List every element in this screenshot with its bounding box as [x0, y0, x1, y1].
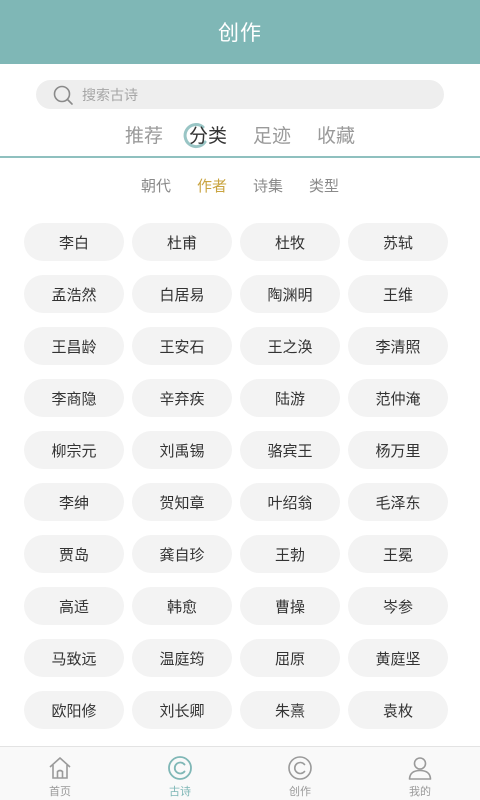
profile-icon — [408, 757, 432, 780]
nav-label: 创作 — [289, 785, 311, 798]
author-chip[interactable]: 黄庭坚 — [348, 639, 448, 677]
bottom-nav: 首页 古诗 创作 我的 — [0, 746, 480, 800]
author-grid: 李白 杜甫 杜牧 苏轼 孟浩然 白居易 陶渊明 王维 王昌龄 王安石 王之涣 李… — [24, 223, 449, 729]
author-chip[interactable]: 屈原 — [240, 639, 340, 677]
subtab-type[interactable]: 类型 — [309, 175, 339, 196]
author-chip[interactable]: 杜牧 — [240, 223, 340, 261]
tab-favorites[interactable]: 收藏 — [317, 121, 355, 148]
author-chip[interactable]: 王勃 — [240, 535, 340, 573]
search-placeholder: 搜索古诗 — [82, 87, 138, 104]
author-chip[interactable]: 孟浩然 — [24, 275, 124, 313]
author-chip[interactable]: 范仲淹 — [348, 379, 448, 417]
author-chip[interactable]: 贾岛 — [24, 535, 124, 573]
home-icon — [49, 757, 71, 779]
nav-poems[interactable]: 古诗 — [120, 747, 240, 800]
author-chip[interactable]: 白居易 — [132, 275, 232, 313]
author-chip[interactable]: 马致远 — [24, 639, 124, 677]
tab-footprint[interactable]: 足迹 — [253, 121, 291, 148]
author-chip[interactable]: 李白 — [24, 223, 124, 261]
tab-recommend[interactable]: 推荐 — [125, 121, 163, 148]
author-chip[interactable]: 韩愈 — [132, 587, 232, 625]
author-chip[interactable]: 李商隐 — [24, 379, 124, 417]
author-chip[interactable]: 龚自珍 — [132, 535, 232, 573]
author-chip[interactable]: 叶绍翁 — [240, 483, 340, 521]
author-chip[interactable]: 王安石 — [132, 327, 232, 365]
author-chip[interactable]: 岑参 — [348, 587, 448, 625]
author-chip[interactable]: 王之涣 — [240, 327, 340, 365]
author-chip[interactable]: 毛泽东 — [348, 483, 448, 521]
author-chip[interactable]: 王昌龄 — [24, 327, 124, 365]
nav-label: 我的 — [409, 785, 431, 798]
poem-icon — [168, 756, 192, 780]
author-chip[interactable]: 柳宗元 — [24, 431, 124, 469]
author-chip[interactable]: 苏轼 — [348, 223, 448, 261]
author-chip[interactable]: 贺知章 — [132, 483, 232, 521]
author-chip[interactable]: 辛弃疾 — [132, 379, 232, 417]
author-chip[interactable]: 刘禹锡 — [132, 431, 232, 469]
author-chip[interactable]: 高适 — [24, 587, 124, 625]
author-chip[interactable]: 李清照 — [348, 327, 448, 365]
author-chip[interactable]: 陆游 — [240, 379, 340, 417]
author-chip[interactable]: 曹操 — [240, 587, 340, 625]
tab-category[interactable]: 分类 — [183, 121, 227, 148]
subtab-dynasty[interactable]: 朝代 — [141, 175, 171, 196]
author-chip[interactable]: 刘长卿 — [132, 691, 232, 729]
author-chip[interactable]: 李绅 — [24, 483, 124, 521]
subtab-collection[interactable]: 诗集 — [253, 175, 283, 196]
nav-label: 古诗 — [169, 785, 191, 798]
author-chip[interactable]: 温庭筠 — [132, 639, 232, 677]
tab-label: 分类 — [188, 124, 227, 147]
search-icon — [53, 85, 73, 105]
tabs-divider — [0, 156, 480, 158]
nav-home[interactable]: 首页 — [0, 747, 120, 800]
tab-label: 足迹 — [253, 124, 292, 147]
author-chip[interactable]: 王冕 — [348, 535, 448, 573]
author-chip[interactable]: 骆宾王 — [240, 431, 340, 469]
create-icon — [288, 756, 312, 780]
author-chip[interactable]: 欧阳修 — [24, 691, 124, 729]
page-title: 创作 — [218, 21, 262, 45]
author-chip[interactable]: 朱熹 — [240, 691, 340, 729]
category-tabs: 推荐 分类 足迹 收藏 — [0, 112, 480, 156]
tab-label: 收藏 — [317, 124, 356, 147]
author-chip[interactable]: 杨万里 — [348, 431, 448, 469]
subtab-author[interactable]: 作者 — [197, 175, 227, 196]
author-chip[interactable]: 杜甫 — [132, 223, 232, 261]
app-header: 创作 — [0, 0, 480, 64]
nav-profile[interactable]: 我的 — [360, 747, 480, 800]
nav-label: 首页 — [49, 785, 71, 798]
author-chip[interactable]: 王维 — [348, 275, 448, 313]
author-chip[interactable]: 袁枚 — [348, 691, 448, 729]
nav-create[interactable]: 创作 — [240, 747, 360, 800]
author-chip[interactable]: 陶渊明 — [240, 275, 340, 313]
search-bar[interactable]: 搜索古诗 — [36, 80, 444, 109]
filter-subtabs: 朝代 作者 诗集 类型 — [0, 172, 480, 198]
tab-label: 推荐 — [124, 124, 163, 147]
